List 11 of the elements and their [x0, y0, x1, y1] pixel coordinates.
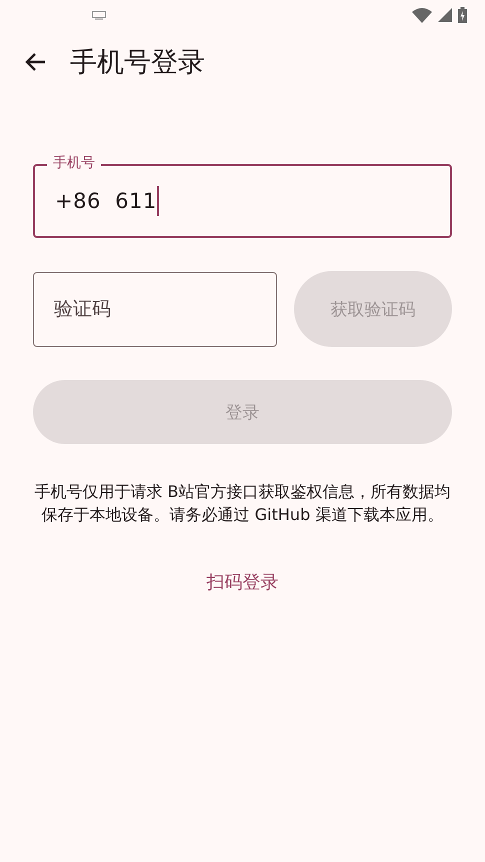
privacy-notice: 手机号仅用于请求 B站官方接口获取鉴权信息，所有数据均保存于本地设备。请务必通过 GitHub 渠道下载本应用。	[34, 481, 452, 526]
keyboard-icon	[92, 10, 106, 20]
signal-icon	[438, 8, 452, 22]
field-label: 手机号	[47, 154, 101, 172]
wifi-icon	[412, 8, 432, 22]
field-value: +86 611	[55, 189, 157, 213]
qr-login-link[interactable]: 扫码登录	[206, 570, 278, 594]
back-arrow-icon[interactable]	[24, 52, 46, 72]
battery-icon	[458, 7, 467, 23]
code-field[interactable]: 验证码	[33, 272, 277, 346]
page-title: 手机号登录	[70, 46, 205, 80]
